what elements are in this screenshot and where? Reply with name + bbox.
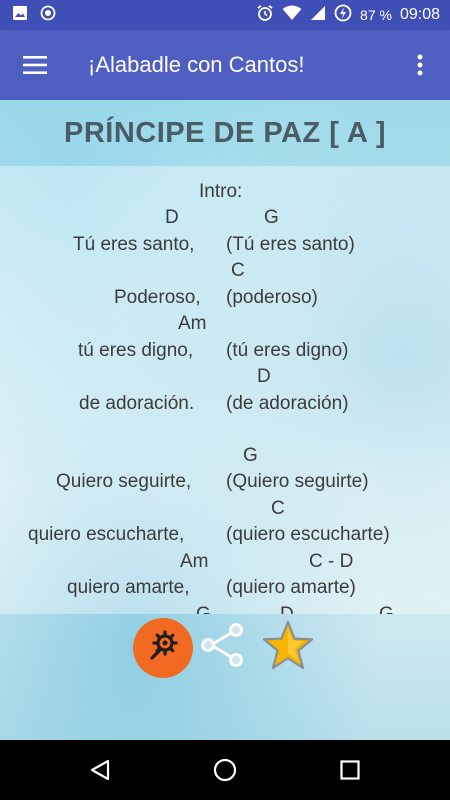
lyric-line: (quiero amarte) — [226, 577, 356, 598]
chord: G — [243, 445, 258, 466]
image-icon — [12, 5, 28, 26]
app-title: ¡Alabadle con Cantos! — [88, 52, 305, 77]
lyric-line: Quiero seguirte, — [56, 471, 192, 492]
lyric-line: tú eres digno, — [78, 340, 194, 361]
alarm-icon — [256, 4, 274, 26]
lyric-line: (tú eres digno) — [226, 340, 349, 361]
chord: Am — [180, 551, 209, 572]
lyric-line: (poderoso) — [226, 287, 318, 308]
chord: G — [196, 602, 211, 614]
chord: D — [165, 207, 179, 228]
song-title: PRÍNCIPE DE PAZ [ A ] — [64, 116, 386, 149]
lyric-line: Intro: — [199, 181, 243, 202]
back-icon[interactable] — [78, 740, 122, 800]
settings-button[interactable] — [133, 618, 193, 678]
chord: C — [271, 498, 285, 519]
chord: Am — [178, 313, 207, 334]
wifi-icon — [282, 5, 302, 25]
wrench-gear-icon — [145, 628, 181, 669]
lyric-line: (quiero escucharte) — [226, 524, 390, 545]
more-vert-icon[interactable] — [390, 30, 450, 100]
chord: C — [231, 260, 245, 281]
chord: D — [257, 366, 271, 387]
favorite-button[interactable] — [260, 620, 316, 676]
lyric-line: quiero amarte, — [67, 577, 190, 598]
chord: C - D — [309, 551, 354, 572]
status-bar: 87 % 09:08 — [0, 0, 450, 30]
chord: G — [379, 602, 394, 614]
lyric-line: Poderoso, — [114, 287, 201, 308]
signal-icon — [310, 5, 326, 25]
hamburger-menu-icon[interactable] — [0, 30, 70, 100]
app-bar: ¡Alabadle con Cantos! — [0, 30, 450, 100]
lyric-line: (de adoración) — [226, 393, 349, 414]
lyric-line: Tú eres santo, — [73, 234, 195, 255]
battery-charging-icon — [334, 4, 352, 26]
lyric-line: quiero escucharte, — [28, 524, 185, 545]
chord: G — [264, 207, 279, 228]
chord: D — [280, 602, 294, 614]
battery-percent: 87 % — [360, 7, 392, 23]
record-icon — [40, 5, 56, 26]
star-icon — [261, 619, 315, 678]
lyric-line: (Tú eres santo) — [226, 234, 355, 255]
share-button[interactable] — [197, 620, 249, 674]
lyrics-panel[interactable]: Intro: D G Tú eres santo, (Tú eres santo… — [0, 166, 450, 614]
chord: - — [343, 602, 349, 614]
lyric-line: (Quiero seguirte) — [226, 471, 369, 492]
home-icon[interactable] — [203, 740, 247, 800]
share-icon — [199, 621, 247, 674]
lyric-line: de adoración. — [79, 393, 195, 414]
clock: 09:08 — [399, 6, 440, 23]
recent-apps-icon[interactable] — [328, 740, 372, 800]
